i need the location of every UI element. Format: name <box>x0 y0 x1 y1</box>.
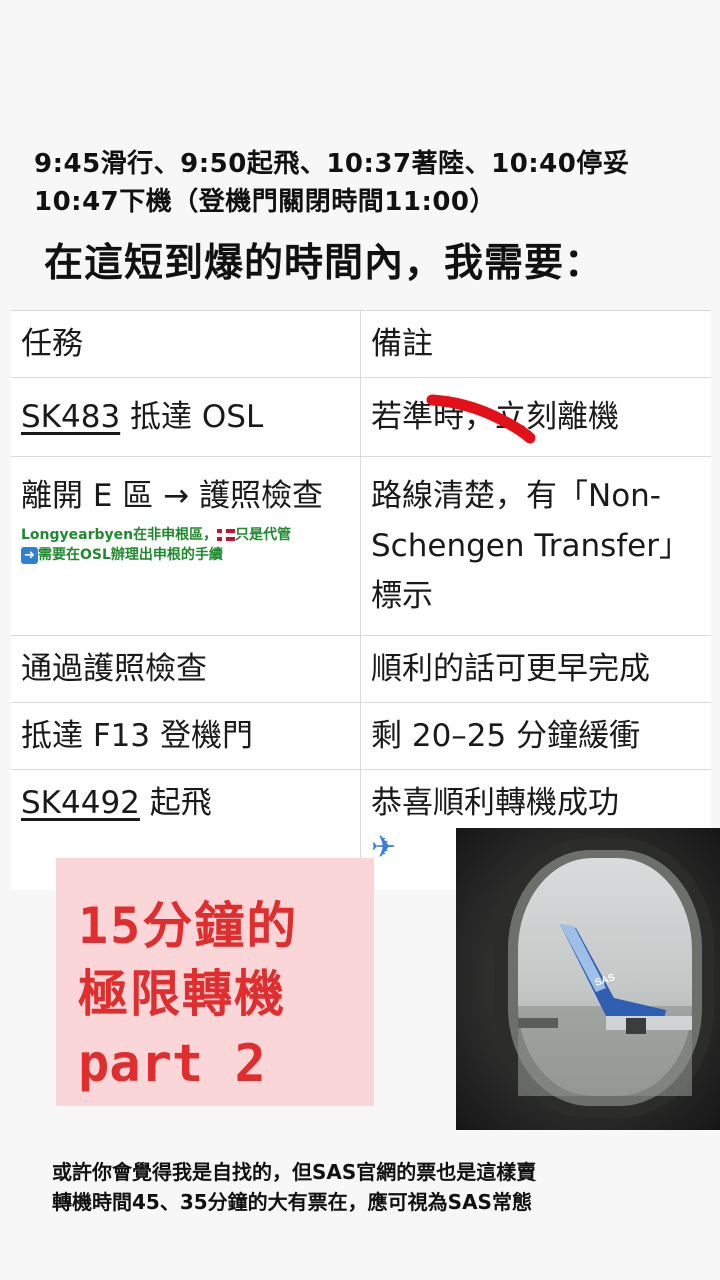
note-cell: 路線清楚，有「Non-Schengen Transfer」標示 <box>371 478 690 614</box>
title-overlay: 15分鐘的 極限轉機 part 2 <box>56 858 374 1106</box>
table-header-row: 任務 備註 <box>11 311 711 378</box>
footer-line-2: 轉機時間45、35分鐘的大有票在，應可視為SAS常態 <box>52 1190 532 1214</box>
green-note-line1: Longyearbyen在非申根區， <box>21 527 218 543</box>
window-photo-illustration: SAS <box>456 828 720 1130</box>
note-cell: 順利的話可更早完成 <box>371 651 650 687</box>
headline: 在這短到爆的時間內，我需要： <box>44 241 605 286</box>
overlay-line-2: 極限轉機 <box>78 965 286 1023</box>
header-task: 任務 <box>11 311 361 377</box>
task-cell: 抵達 F13 登機門 <box>11 703 361 769</box>
green-note-line1b: 只是代管 <box>235 527 292 543</box>
table-row: 通過護照檢查 順利的話可更早完成 <box>11 636 711 703</box>
header-note: 備註 <box>371 326 433 362</box>
times-line-2: 10:47下機（登機門關閉時間11:00） <box>34 187 497 217</box>
green-note-line2: 需要在OSL辦理出申根的手續 <box>38 547 223 563</box>
task-table: 任務 備註 SK483 抵達 OSL 若準時 ，立刻離機 離開 E 區 → 護照檢… <box>11 310 711 890</box>
note-text: 恭喜順利轉機成功 <box>371 785 619 821</box>
airplane-window-photo: SAS <box>456 828 720 1130</box>
table-row: 離開 E 區 → 護照檢查 Longyearbyen在非申根區， 只是代管 ➜ 需要… <box>11 457 711 636</box>
flight-link-sk483[interactable]: SK483 <box>21 399 120 435</box>
flight-times: 9:45滑行、9:50起飛、10:37著陸、10:40停妥 10:47下機（登機… <box>34 145 704 221</box>
table-row: SK483 抵達 OSL 若準時 ，立刻離機 <box>11 378 711 457</box>
task-cell: 離開 E 區 → 護照檢查 Longyearbyen在非申根區， 只是代管 ➜ 需要… <box>11 457 361 635</box>
task-cell: 通過護照檢查 <box>11 636 361 702</box>
times-line-1: 9:45滑行、9:50起飛、10:37著陸、10:40停妥 <box>34 149 630 179</box>
right-arrow-icon: ➜ <box>21 546 38 564</box>
flight-link-sk4492[interactable]: SK4492 <box>21 785 140 821</box>
norway-flag-icon <box>217 529 236 541</box>
overlay-line-3: part 2 <box>78 1034 266 1094</box>
task-text: 抵達 OSL <box>120 399 264 435</box>
overlay-line-1: 15分鐘的 <box>78 897 299 955</box>
task-cell: SK483 抵達 OSL <box>11 378 361 456</box>
task-text: 起飛 <box>139 785 212 821</box>
red-strikethrough-mark <box>426 394 536 444</box>
note-cell: 若準時 ，立刻離機 <box>361 378 711 456</box>
task-text: 離開 E 區 → 護照檢查 <box>21 478 323 514</box>
table-row: 抵達 F13 登機門 剩 20–25 分鐘緩衝 <box>11 703 711 770</box>
green-annotation: Longyearbyen在非申根區， 只是代管 ➜ 需要在OSL辦理出申根的手續 <box>21 525 350 565</box>
footer-line-1: 或許你會覺得我是自找的，但SAS官網的票也是這樣賣 <box>52 1160 537 1184</box>
footer-caption: 或許你會覺得我是自找的，但SAS官網的票也是這樣賣 轉機時間45、35分鐘的大有… <box>52 1157 712 1217</box>
struck-text: 準時 <box>402 392 536 444</box>
note-cell: 剩 20–25 分鐘緩衝 <box>371 718 641 754</box>
note-prefix: 若 <box>371 399 402 435</box>
